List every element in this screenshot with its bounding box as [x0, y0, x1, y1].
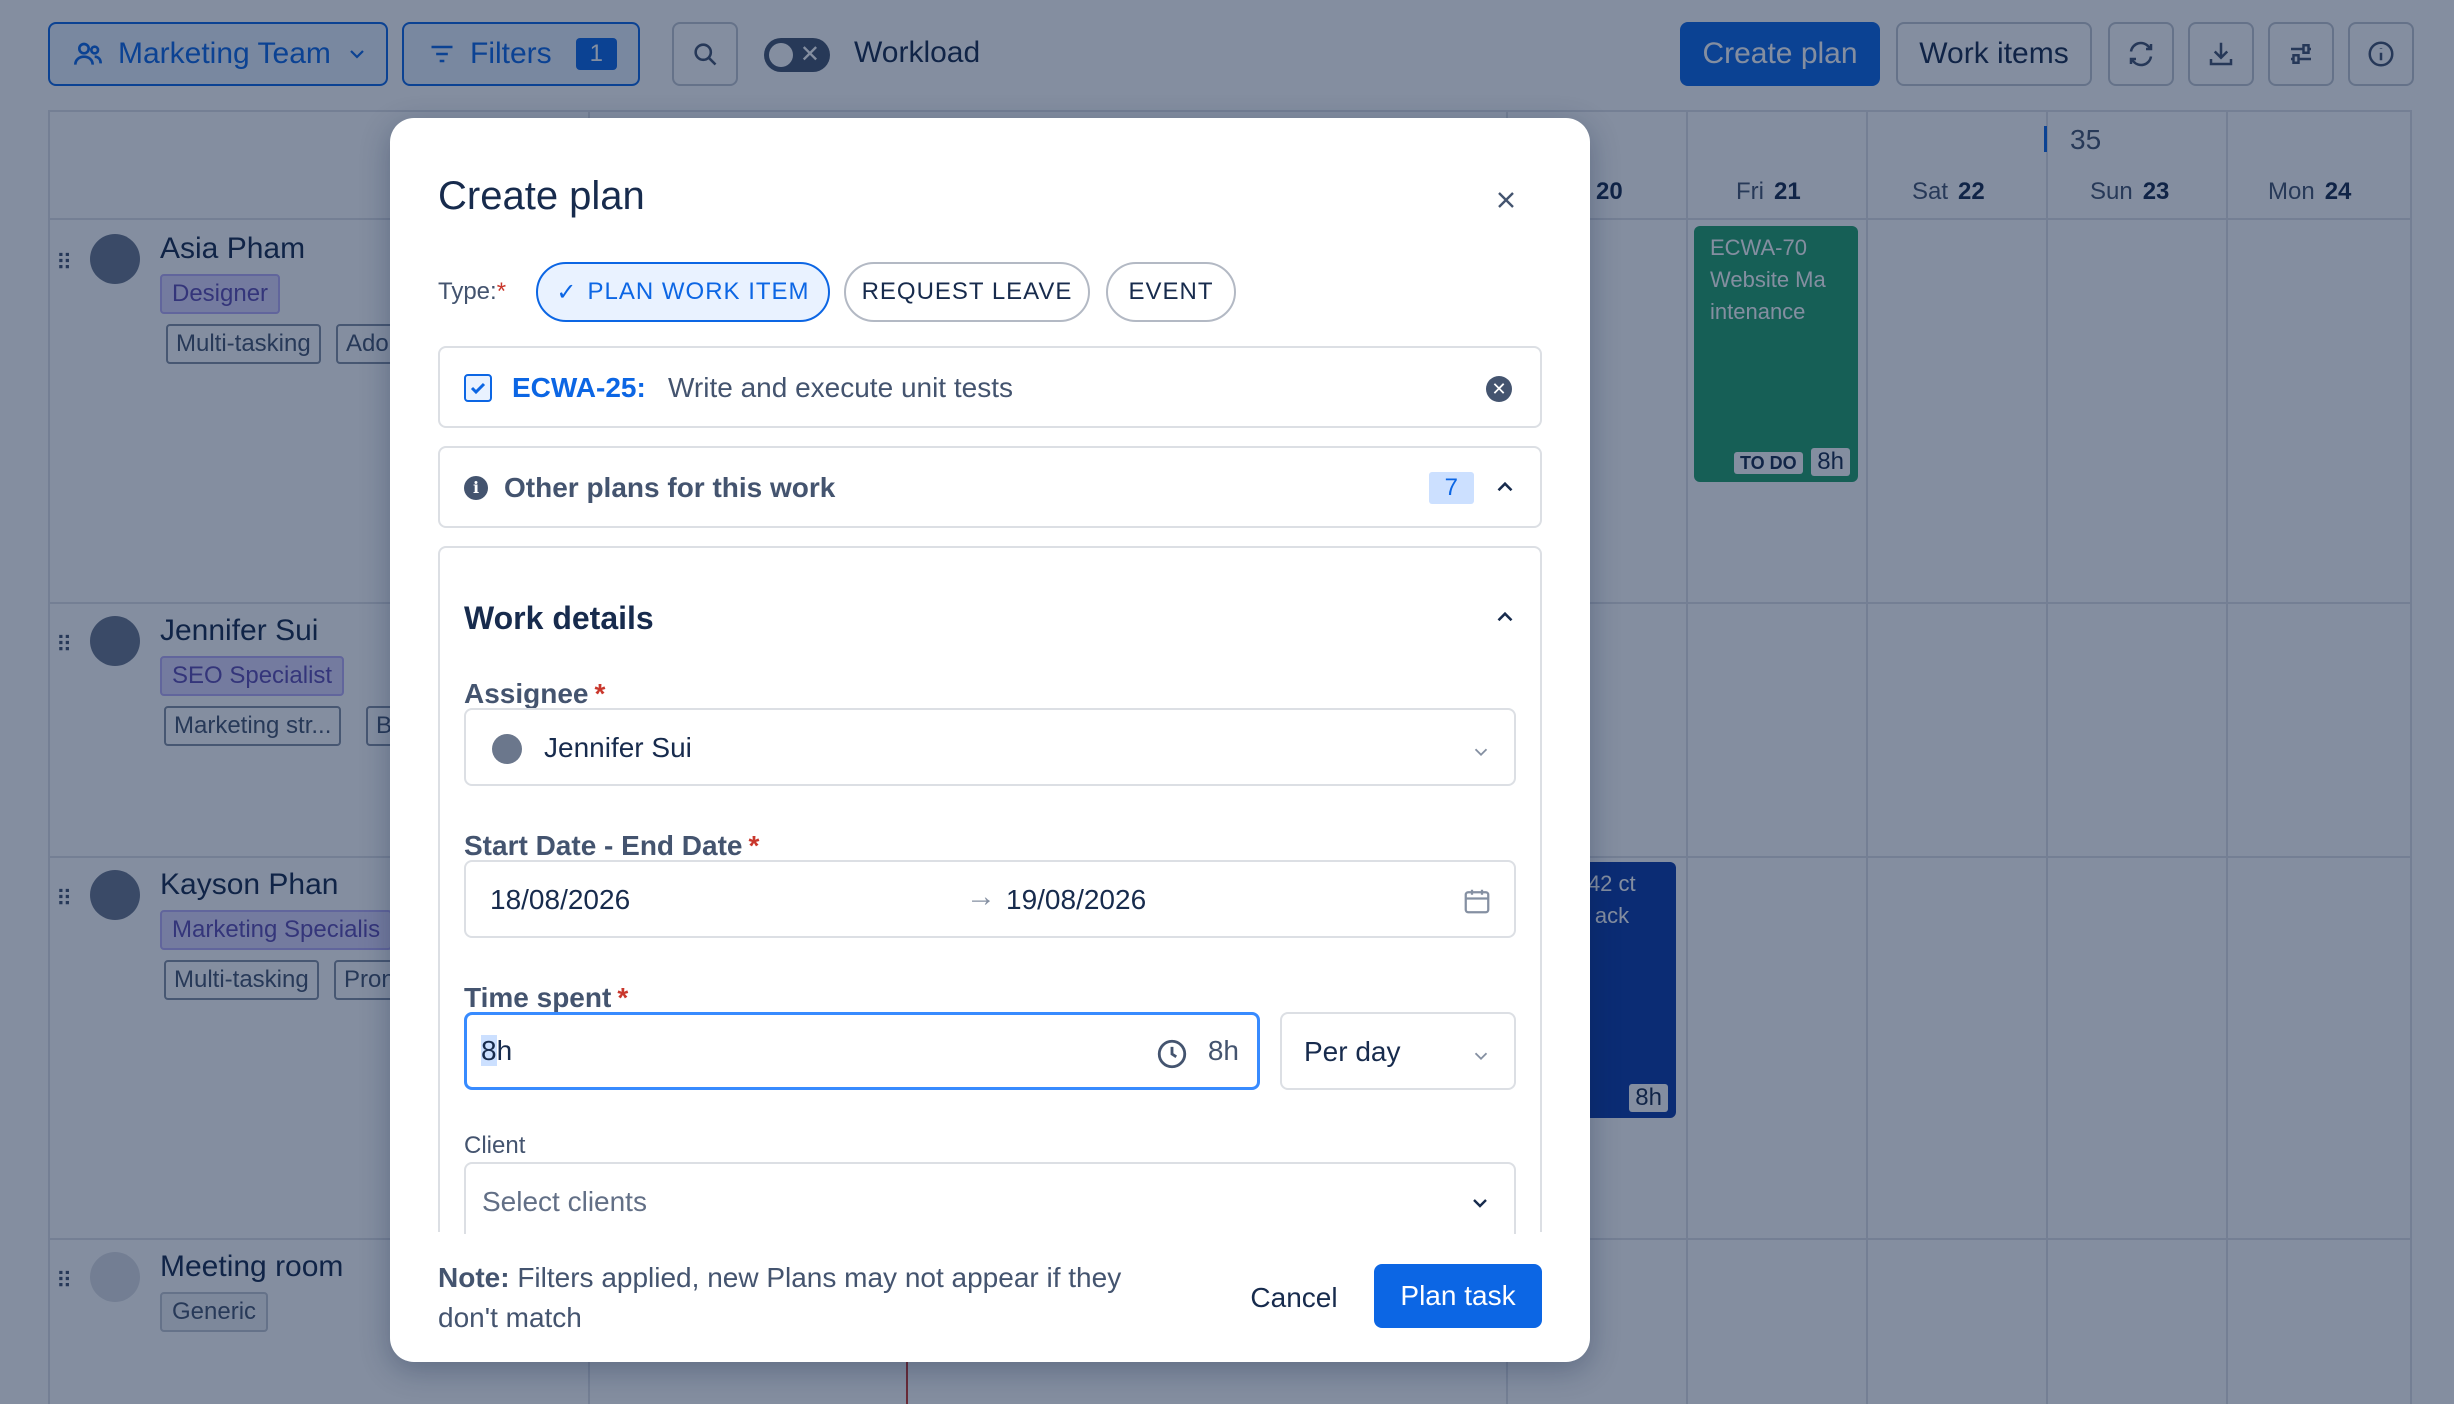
period-select[interactable]: Per day [1280, 1012, 1516, 1090]
client-select[interactable]: Select clients [464, 1162, 1516, 1234]
clock-icon [1155, 1037, 1189, 1078]
check-icon: ✓ [556, 278, 578, 306]
chevron-down-icon [1468, 1190, 1492, 1222]
chevron-down-icon [1470, 1042, 1492, 1074]
assignee-label: Assignee * [464, 678, 606, 709]
arrow-right-icon: → [966, 880, 996, 913]
chevron-up-icon[interactable] [1492, 604, 1518, 635]
filters-note: Note: Filters applied, new Plans may not… [438, 1262, 1122, 1333]
type-label: Type:* [438, 278, 507, 305]
type-plan-work-item[interactable]: ✓ PLAN WORK ITEM [536, 262, 830, 322]
time-spent-input[interactable]: 8h 8h [464, 1012, 1260, 1090]
work-item-key: ECWA-25: [512, 372, 646, 403]
chevron-down-icon [1470, 738, 1492, 770]
dialog-title: Create plan [438, 174, 645, 218]
plan-task-button[interactable]: Plan task [1374, 1264, 1542, 1328]
work-item-title: Write and execute unit tests [668, 372, 1013, 403]
date-range-picker[interactable]: 18/08/2026 → 19/08/2026 [464, 860, 1516, 938]
selected-work-item[interactable]: ECWA-25: Write and execute unit tests ✕ [438, 346, 1542, 428]
chevron-up-icon[interactable] [1492, 474, 1518, 505]
client-label: Client [464, 1132, 526, 1159]
work-details-section: Work details Assignee * Jennifer Sui Star… [438, 546, 1542, 1234]
other-plans-section[interactable]: i Other plans for this work 7 [438, 446, 1542, 528]
time-spent-value: 8h [481, 1035, 513, 1066]
type-request-leave[interactable]: REQUEST LEAVE [844, 262, 1090, 322]
close-dialog-button[interactable] [1486, 182, 1526, 222]
avatar [492, 734, 522, 764]
clear-work-item-icon[interactable]: ✕ [1486, 376, 1512, 402]
other-plans-label: Other plans for this work [504, 472, 836, 503]
client-placeholder: Select clients [482, 1186, 647, 1217]
close-icon [1494, 188, 1518, 217]
cancel-button[interactable]: Cancel [1230, 1266, 1358, 1330]
time-spent-hint: 8h [1207, 1035, 1239, 1066]
create-plan-dialog: Create plan Type:* ✓ PLAN WORK ITEM REQU… [390, 118, 1590, 1362]
time-spent-label: Time spent * [464, 982, 629, 1013]
app-root: Marketing Team Filters 1 ✕ Workload Crea… [0, 0, 2454, 1404]
other-plans-count: 7 [1428, 472, 1474, 504]
end-date-input[interactable]: 19/08/2026 [1006, 884, 1146, 916]
start-date-input[interactable]: 18/08/2026 [490, 884, 630, 916]
type-event[interactable]: EVENT [1106, 262, 1236, 322]
assignee-value: Jennifer Sui [544, 732, 692, 763]
dates-label: Start Date - End Date * [464, 830, 760, 861]
info-icon: i [464, 476, 488, 500]
period-value: Per day [1304, 1036, 1401, 1067]
work-details-title: Work details [464, 600, 654, 636]
task-checkbox-icon [464, 374, 492, 402]
calendar-icon[interactable] [1462, 886, 1492, 923]
assignee-select[interactable]: Jennifer Sui [464, 708, 1516, 786]
